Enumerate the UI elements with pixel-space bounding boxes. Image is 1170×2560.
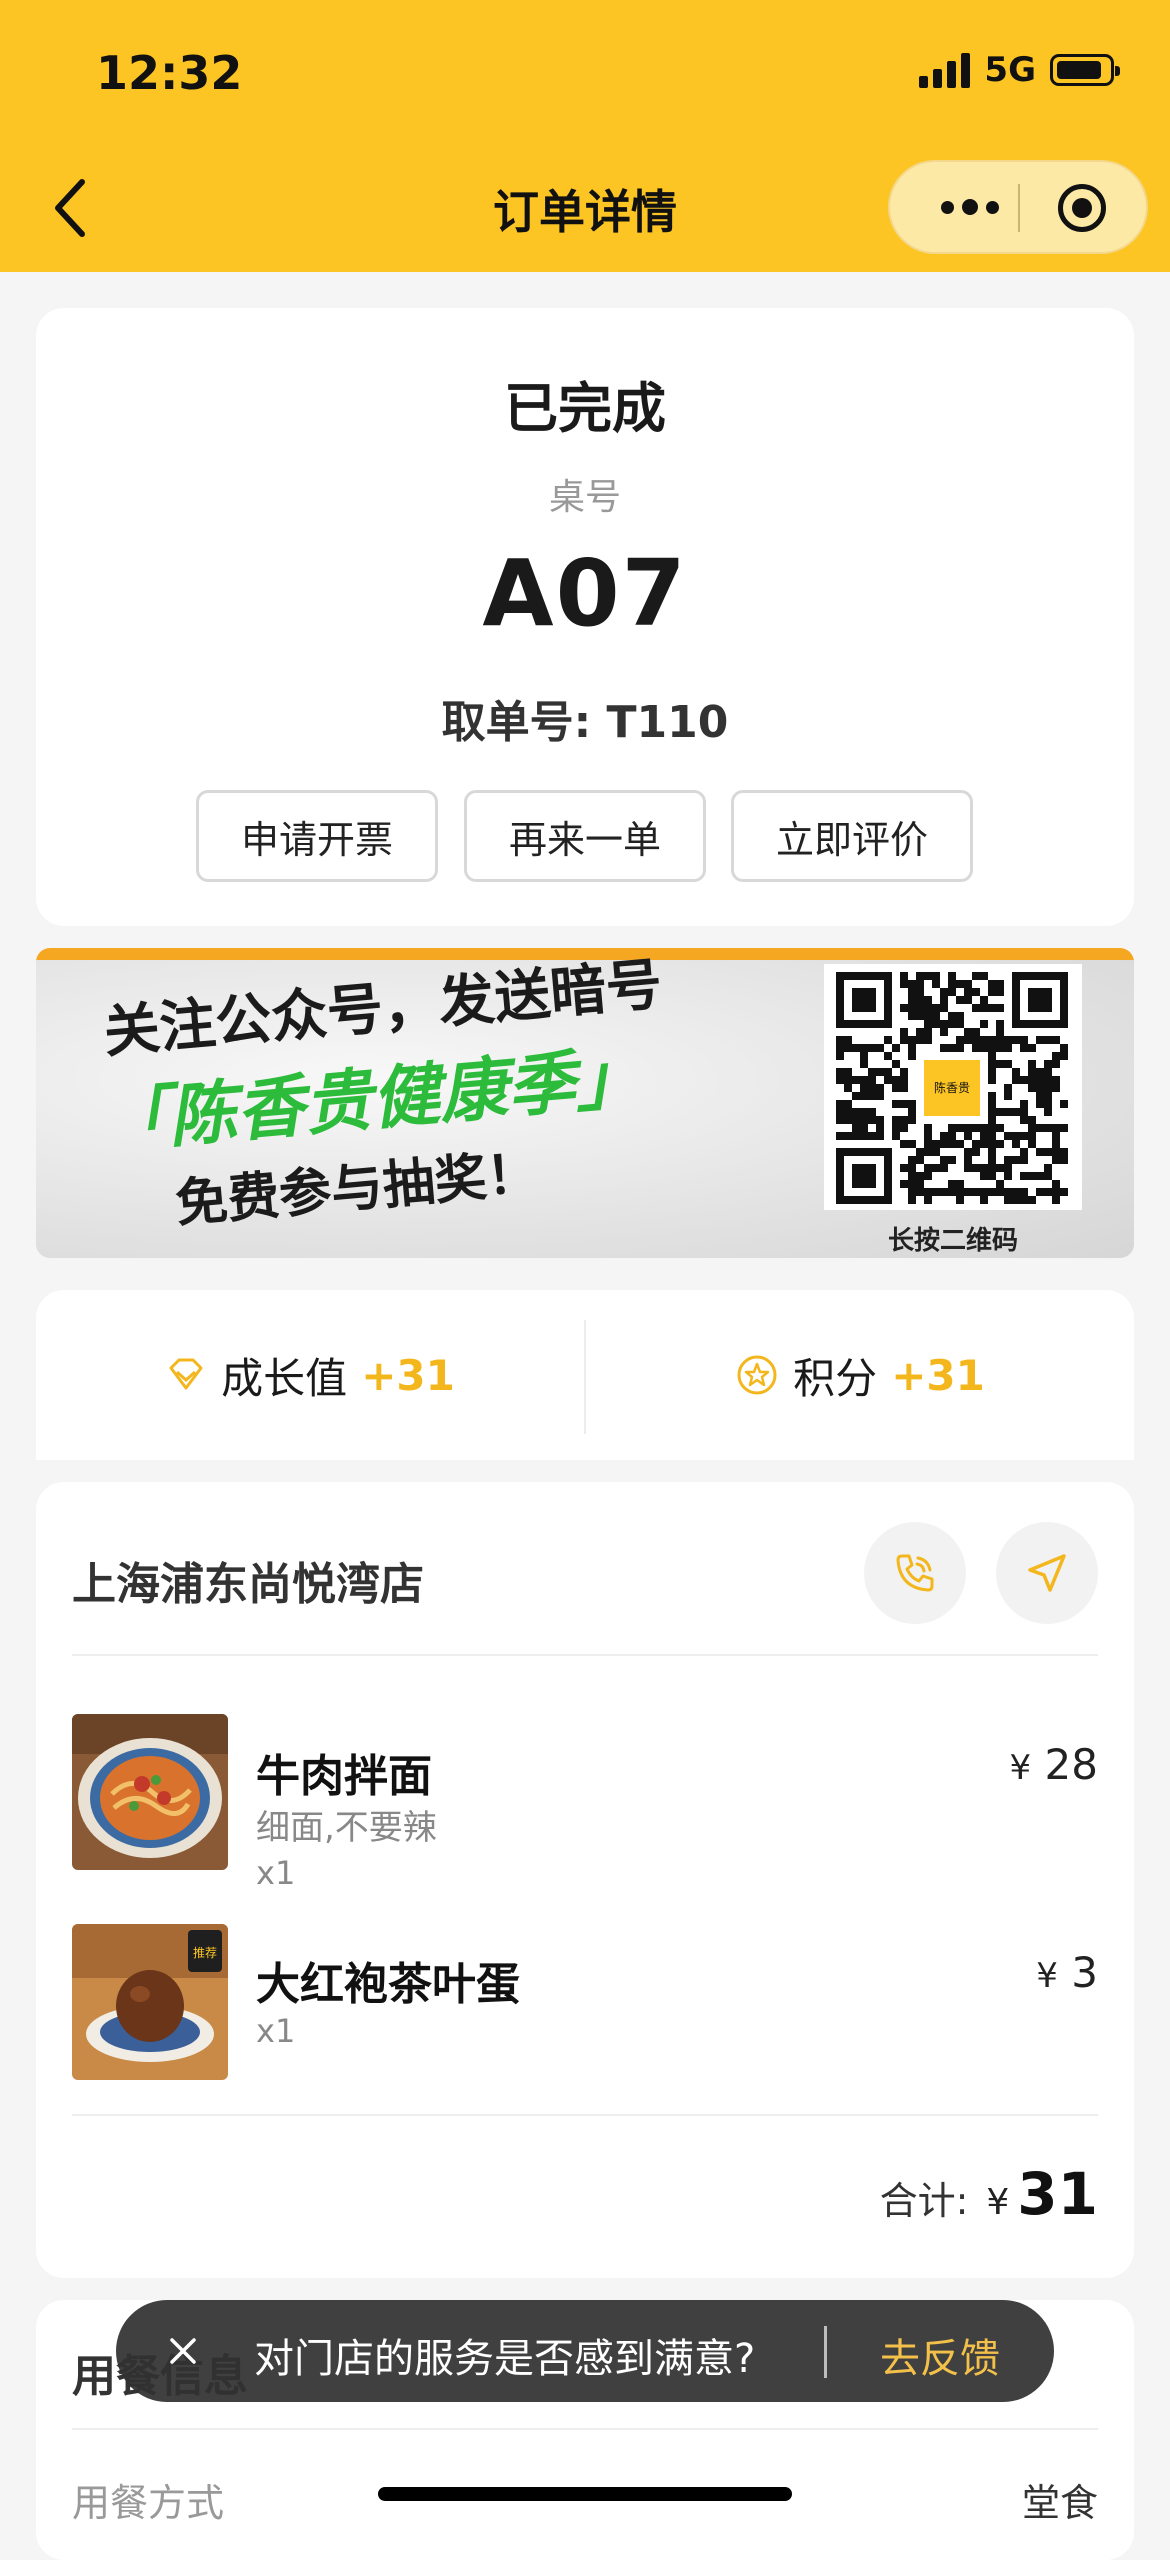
qr-caption: 长按二维码 [887,1226,1018,1256]
order-number: 取单号: T110 [441,697,729,748]
call-store-button[interactable] [864,1522,966,1624]
close-icon [170,2338,196,2364]
network-type: 5G [984,50,1036,90]
table-label: 桌号 [548,477,621,518]
toast-divider [824,2326,827,2378]
order-status-card: 已完成 桌号 A07 取单号: T110 申请开票 再来一单 立即评价 [36,308,1134,926]
score-points: 积分 +31 [586,1290,1134,1460]
feedback-link[interactable]: 去反馈 [880,2326,1000,2384]
svg-text:陈香贵: 陈香贵 [934,1080,970,1095]
order-total: 合计: ¥ 31 [880,2160,1098,2228]
home-indicator[interactable] [378,2487,792,2501]
points-card: 成长值 +31 积分 +31 [36,1290,1134,1460]
navigation-arrow-icon [1028,1554,1066,1592]
reorder-button[interactable]: 再来一单 [464,790,706,882]
feedback-question: 对门店的服务是否感到满意? [254,2336,756,2382]
item-name: 大红袍茶叶蛋 [256,1959,520,2010]
more-dots-icon [941,200,954,214]
signal-icon [919,52,971,88]
battery-icon [1050,54,1120,86]
diamond-icon [169,1358,203,1390]
item-price: ¥ 3 [1036,1948,1098,1997]
phone-icon [896,1554,934,1592]
qr-code[interactable]: 陈香贵 [824,964,1082,1210]
review-button[interactable]: 立即评价 [731,790,973,882]
item-image-tea-egg[interactable]: 推荐 [72,1924,228,2080]
miniprogram-capsule [888,160,1148,254]
item-price: ¥ 28 [1009,1740,1098,1789]
divider [72,2114,1098,2116]
score-label: 积分 [793,1353,878,1403]
dining-mode-value: 堂食 [1021,2481,1098,2525]
item-name: 牛肉拌面 [256,1751,432,1802]
score-value: +31 [891,1350,985,1400]
growth-points: 成长值 +31 [36,1290,584,1460]
more-button[interactable] [930,162,1010,252]
item-image-noodles[interactable] [72,1714,228,1870]
growth-label: 成长值 [221,1353,348,1403]
store-name: 上海浦东尚悦湾店 [72,1559,424,1610]
status-time: 12:32 [96,46,243,100]
capsule-divider [1018,184,1020,232]
qr-code-image: 陈香贵 [836,972,1068,1204]
close-miniprogram-icon[interactable] [1058,184,1106,232]
item-quantity: x1 [256,2012,296,2050]
recommend-badge: 推荐 [188,1930,222,1972]
table-number: A07 [482,540,688,647]
feedback-toast: 对门店的服务是否感到满意? 去反馈 [116,2300,1054,2402]
dining-mode-label: 用餐方式 [72,2481,225,2525]
close-toast-button[interactable] [160,2328,206,2374]
invoice-button[interactable]: 申请开票 [196,790,438,882]
total-currency: ¥ [986,2182,1010,2223]
order-status: 已完成 [504,377,666,440]
divider [72,1654,1098,1656]
store-order-card: 上海浦东尚悦湾店 牛肉拌面 细面,不要辣 x1 ¥ 28 推荐 大红袍茶叶蛋 x… [36,1482,1134,2278]
item-quantity: x1 [256,1854,296,1892]
divider [72,2428,1098,2430]
total-value: 31 [1017,2160,1098,2228]
growth-value: +31 [361,1350,455,1400]
star-coin-icon [737,1355,777,1395]
promo-banner[interactable]: 关注公众号，发送暗号 「陈香贵健康季」 免费参与抽奖！ 陈香贵 长按二维码 [36,948,1134,1258]
noodle-dish-image [72,1714,228,1870]
item-note: 细面,不要辣 [256,1808,437,1848]
navigate-button[interactable] [996,1522,1098,1624]
status-indicators: 5G [919,50,1120,90]
total-label: 合计: [879,2179,969,2223]
